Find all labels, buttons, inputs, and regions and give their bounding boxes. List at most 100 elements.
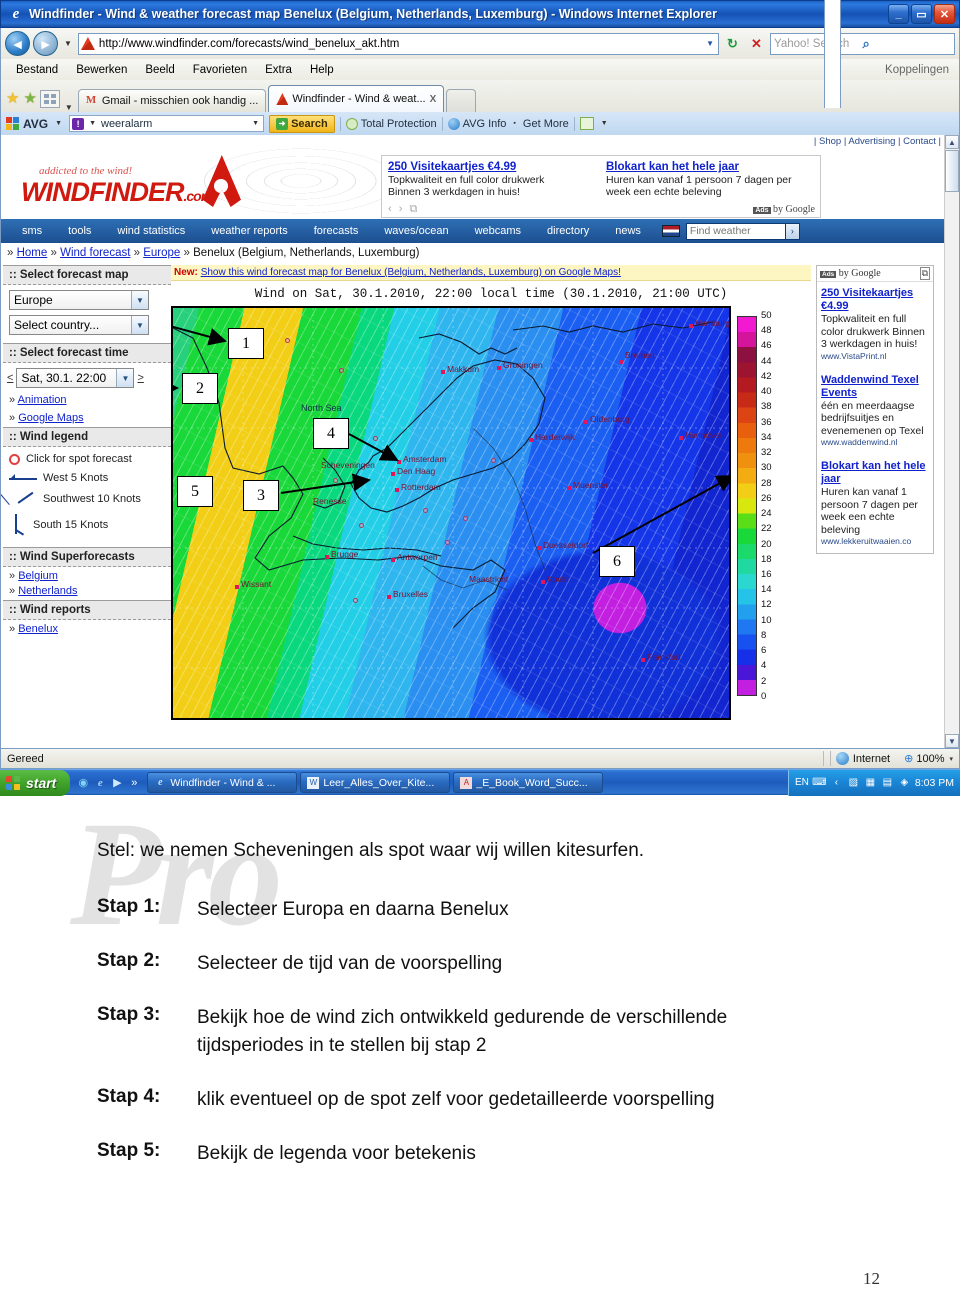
spot-forecast-marker[interactable] [285,338,290,343]
favorites-star-icon[interactable]: ★ [6,89,19,107]
avg-chevron-down-icon[interactable]: ▼ [53,120,64,127]
wind-forecast-map[interactable]: Hamburg Groningen Bremen Makkum Harderwi… [171,306,731,720]
ad-title[interactable]: 250 Visitekaartjes €4.99 [388,160,596,174]
zoom-chevron-down-icon[interactable]: ▾ [947,755,955,763]
breadcrumb-europe[interactable]: Europe [143,247,180,259]
nav-item-weather-reports[interactable]: weather reports [198,225,300,237]
spot-forecast-marker[interactable] [463,516,468,521]
spot-forecast-marker[interactable] [373,436,378,441]
ad-title[interactable]: Blokart kan het hele jaar [821,460,929,486]
time-prev-button[interactable]: < [7,372,13,384]
volume-icon[interactable]: ▤ [881,776,894,789]
scroll-down-icon[interactable]: ▼ [945,734,959,748]
country-select[interactable]: Select country... ▼ [9,315,149,335]
ad-carousel-controls[interactable]: ‹ › ⧉ [388,203,419,216]
ad-item[interactable]: Blokart kan het hele jaar Huren kan vana… [817,448,933,553]
avg-info-button[interactable]: AVG Info [447,117,506,130]
nav-item-waves-ocean[interactable]: waves/ocean [371,225,461,237]
zoom-control[interactable]: ⊕ 100% ▾ [894,752,955,766]
history-dropdown-icon[interactable]: ▼ [61,39,75,48]
ad-item[interactable]: 250 Visitekaartjes €4.99 Topkwaliteit en… [817,282,933,362]
new-tab-button[interactable] [446,89,477,112]
avg-extra-icon[interactable] [579,117,594,130]
nav-item-wind-statistics[interactable]: wind statistics [104,225,198,237]
spot-forecast-marker[interactable] [423,508,428,513]
breadcrumb-wind-forecast[interactable]: Wind forecast [60,247,130,259]
network-icon[interactable]: ▦ [864,776,877,789]
google-maps-link[interactable]: Google Maps [18,412,83,424]
nav-item-news[interactable]: news [602,225,654,237]
expand-ad-icon[interactable]: ⧉ [919,267,930,280]
nav-item-tools[interactable]: tools [55,225,104,237]
nav-item-forecasts[interactable]: forecasts [301,225,372,237]
menu-item-favorieten[interactable]: Favorieten [184,64,256,76]
wind-report-link-benelux[interactable]: Benelux [18,623,58,635]
spot-forecast-marker[interactable] [339,368,344,373]
chevron-left-icon[interactable]: ‹ [830,776,843,789]
avg-total-protection-button[interactable]: Total Protection [345,117,437,130]
taskbar-button-pdf[interactable]: A _E_Book_Word_Succ... [453,772,604,793]
avg-search-dropdown-icon[interactable]: ▼ [250,120,261,127]
tab-close-icon[interactable]: X [430,94,437,105]
forward-button[interactable]: ► [33,31,58,56]
start-button[interactable]: start [0,769,71,796]
google-maps-promo-link[interactable]: Show this wind forecast map for Benelux … [201,267,621,278]
language-indicator[interactable]: EN [795,777,809,788]
menu-item-extra[interactable]: Extra [256,64,301,76]
page-scrollbar[interactable]: ▲ ▼ [944,135,959,748]
menu-item-bestand[interactable]: Bestand [7,64,67,76]
find-weather-submit-button[interactable]: › [785,222,800,240]
tab-gmail[interactable]: M Gmail - misschien ook handig ... [77,89,267,112]
superforecast-link-belgium[interactable]: Belgium [18,570,58,582]
spot-forecast-marker[interactable] [359,523,364,528]
nav-item-directory[interactable]: directory [534,225,602,237]
breadcrumb-home[interactable]: Home [17,247,48,259]
page-icon[interactable]: ▤ [824,0,842,108]
taskbar-button-word-doc[interactable]: W Leer_Alles_Over_Kite... [300,772,451,793]
back-button[interactable]: ◄ [5,31,30,56]
spot-forecast-marker[interactable] [353,598,358,603]
chevron-down-icon[interactable]: ▼ [116,369,134,387]
find-weather-input[interactable]: Find weather [685,222,786,240]
clock[interactable]: 8:03 PM [915,777,954,789]
avg-search-button[interactable]: ➜ Search [269,114,335,133]
scroll-up-icon[interactable]: ▲ [945,135,959,149]
netherlands-flag-icon[interactable] [661,225,680,237]
ad-title[interactable]: Blokart kan het hele jaar [606,160,814,174]
add-favorite-icon[interactable]: ★ [23,89,36,107]
nav-item-webcams[interactable]: webcams [462,225,534,237]
shield-icon[interactable]: ◈ [898,776,911,789]
url-dropdown-icon[interactable]: ▼ [706,39,716,48]
avg-extra-chevron-icon[interactable]: ▼ [599,120,610,127]
nav-item-sms[interactable]: sms [9,225,55,237]
avg-info-chevron-icon[interactable]: ▪ [511,120,517,127]
menu-item-bewerken[interactable]: Bewerken [67,64,136,76]
chevron-down-icon[interactable]: ▼ [131,291,148,309]
quick-tabs-button[interactable] [39,90,60,108]
region-select[interactable]: Europe ▼ [9,290,149,310]
time-next-button[interactable]: > [137,372,143,384]
spot-forecast-marker[interactable] [445,540,450,545]
keyboard-icon[interactable]: ⌨ [812,776,826,789]
tab-list-dropdown-icon[interactable]: ▼ [62,103,76,112]
superforecast-link-netherlands[interactable]: Netherlands [18,585,77,597]
site-toplinks[interactable]: | Shop | Advertising | Contact | [814,136,941,147]
animation-link[interactable]: Animation [18,394,67,406]
spot-forecast-marker[interactable] [491,458,496,463]
tab-windfinder[interactable]: Windfinder - Wind & weat... X [268,85,445,112]
ad-title[interactable]: 250 Visitekaartjes €4.99 [821,287,929,313]
scrollbar-thumb[interactable] [945,150,959,192]
avg-icon[interactable]: ▨ [847,776,860,789]
menu-item-help[interactable]: Help [301,64,343,76]
forecast-time-select[interactable]: Sat, 30.1. 22:00 ▼ [16,368,135,388]
avg-get-more-link[interactable]: Get More [523,118,569,130]
ad-item[interactable]: Waddenwind Texel Events één en meerdaags… [817,362,933,449]
avg-provider-chevron-icon[interactable]: ▼ [87,120,98,127]
chevron-down-icon[interactable]: ▼ [131,316,148,334]
avg-search-input[interactable]: ! ▼ weeralarm ▼ [69,115,265,132]
url-input[interactable]: http://www.windfinder.com/forecasts/wind… [77,32,719,55]
menu-item-beeld[interactable]: Beeld [136,64,183,76]
spot-forecast-marker[interactable] [333,478,338,483]
site-logo[interactable]: WINDFINDER.com [21,177,213,208]
ad-title[interactable]: Waddenwind Texel Events [821,374,929,400]
